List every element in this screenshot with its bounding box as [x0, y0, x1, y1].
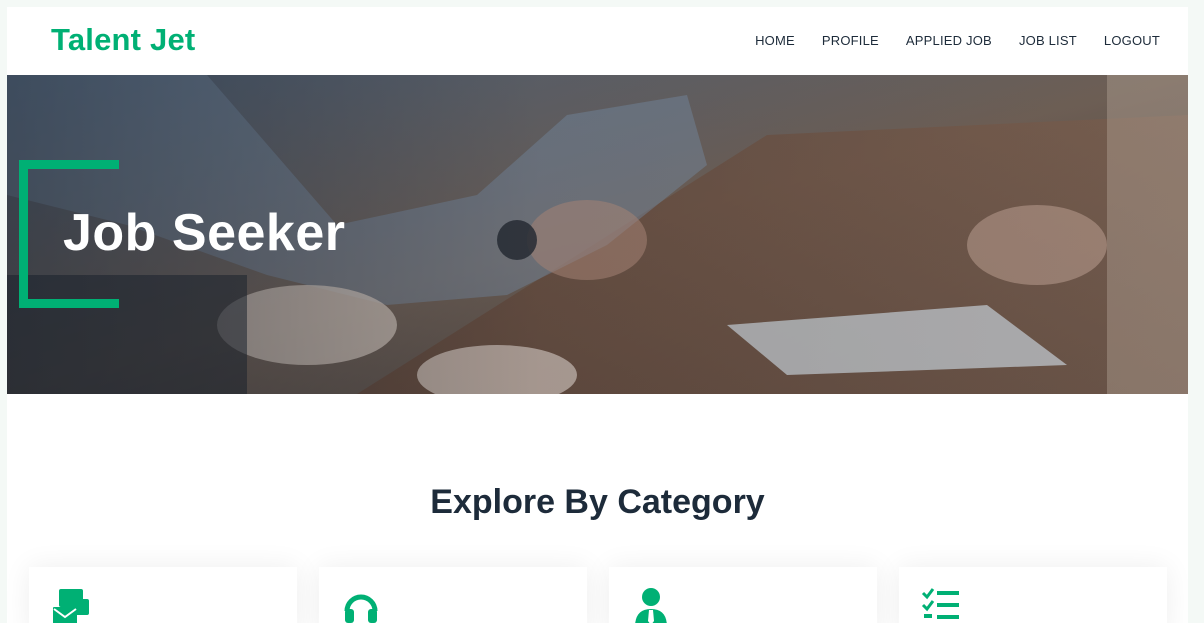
navbar: Talent Jet HOME PROFILE APPLIED JOB JOB … — [7, 7, 1188, 75]
tasks-list-icon — [921, 588, 959, 619]
brand-logo[interactable]: Talent Jet — [51, 22, 195, 58]
nav-logout[interactable]: LOGOUT — [1104, 33, 1160, 48]
category-card[interactable] — [899, 567, 1167, 623]
nav-home[interactable]: HOME — [755, 33, 795, 48]
page: Talent Jet HOME PROFILE APPLIED JOB JOB … — [7, 7, 1188, 623]
hero-banner: Job Seeker — [7, 75, 1188, 394]
headset-icon — [344, 594, 378, 623]
category-card[interactable] — [319, 567, 587, 623]
mail-check-icon — [53, 589, 89, 623]
category-card[interactable] — [609, 567, 877, 623]
main-nav: HOME PROFILE APPLIED JOB JOB LIST LOGOUT — [728, 33, 1160, 48]
nav-profile[interactable]: PROFILE — [822, 33, 879, 48]
category-card[interactable] — [29, 567, 297, 623]
section-title: Explore By Category — [430, 483, 765, 521]
hero-title: Job Seeker — [63, 204, 346, 262]
nav-applied-job[interactable]: APPLIED JOB — [906, 33, 992, 48]
user-tie-icon — [635, 588, 667, 623]
nav-job-list[interactable]: JOB LIST — [1019, 33, 1077, 48]
